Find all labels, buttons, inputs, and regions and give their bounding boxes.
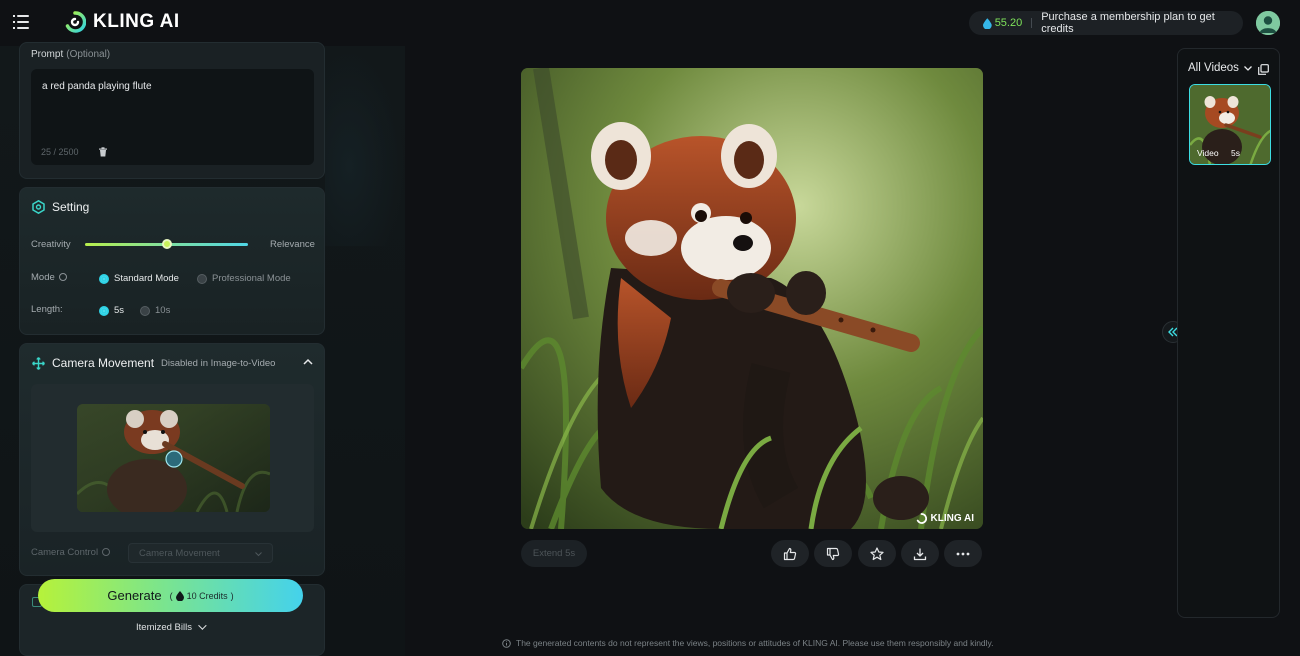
avatar[interactable]	[1256, 11, 1280, 35]
generate-credits-text: 10 Credits	[186, 590, 228, 601]
watermark-text: KLING AI	[930, 513, 974, 524]
camera-preview-thumbnail	[77, 404, 270, 512]
move-arrows-icon	[32, 356, 45, 370]
setting-title-text: Setting	[52, 200, 90, 214]
creativity-label: Creativity	[31, 239, 71, 250]
radio-professional-mode[interactable]: Professional Mode	[197, 273, 291, 284]
radio-dot	[140, 305, 150, 316]
relevance-label: Relevance	[270, 239, 315, 250]
panel-backdrop	[325, 46, 405, 246]
video-type-label: Video	[1197, 148, 1219, 158]
camera-title-text: Camera Movement	[52, 356, 155, 370]
disclaimer: The generated contents do not represent …	[502, 638, 994, 648]
radio-dot	[99, 273, 109, 284]
mode-label: Mode	[31, 272, 67, 283]
red-panda-thumbnail-image	[77, 404, 270, 512]
trash-icon[interactable]	[98, 147, 108, 157]
brand-name: KLING AI	[93, 11, 180, 32]
credits-balance: 55.20	[994, 17, 1023, 29]
prompt-counter: 25 / 2500	[41, 147, 79, 157]
left-settings-panel: Prompt (Optional) a red panda playing flu…	[0, 42, 405, 656]
standard-mode-label: Standard Mode	[114, 273, 179, 284]
camera-preview	[31, 384, 314, 532]
top-header: KLING AI 55.20 Purchase a membership pla…	[0, 0, 1300, 46]
menu-icon[interactable]	[13, 15, 29, 29]
divider	[1031, 18, 1033, 28]
prompt-input[interactable]: a red panda playing flute 25 / 2500	[31, 69, 314, 165]
info-icon	[102, 548, 111, 557]
favorite-button[interactable]	[858, 540, 896, 567]
thumbs-up-icon	[783, 547, 797, 560]
radio-dot	[99, 305, 109, 316]
setting-card: Setting Creativity Relevance Mode Standa…	[19, 187, 325, 335]
itemized-bills-label: Itemized Bills	[136, 622, 192, 633]
user-avatar-icon	[1256, 11, 1280, 35]
prompt-label-text: Prompt	[31, 49, 64, 60]
professional-mode-label: Professional Mode	[212, 273, 291, 284]
itemized-bills-toggle[interactable]: Itemized Bills	[0, 621, 340, 633]
more-icon	[956, 552, 970, 555]
star-icon	[870, 546, 884, 560]
camera-control-label: Camera Control	[31, 547, 111, 558]
paren-close: )	[230, 590, 234, 601]
length-5s-label: 5s	[114, 305, 125, 316]
generate-button[interactable]: Generate ( 10 Credits )	[38, 579, 303, 612]
prompt-label: Prompt (Optional)	[31, 49, 110, 60]
all-videos-dropdown[interactable]: All Videos	[1188, 62, 1252, 74]
generated-video-preview[interactable]: KLING AI	[521, 68, 983, 529]
camera-control-label-text: Camera Control	[31, 547, 99, 558]
generate-label: Generate	[107, 588, 162, 603]
chevron-down-icon	[198, 621, 207, 630]
camera-title[interactable]: Camera Movement	[32, 356, 154, 370]
credit-drop-icon	[175, 590, 184, 601]
kling-watermark-icon	[917, 513, 928, 524]
download-button[interactable]	[901, 540, 939, 567]
app-root: KLING AI 55.20 Purchase a membership pla…	[0, 0, 1300, 656]
extend-button[interactable]: Extend 5s	[521, 540, 587, 567]
generate-credits: ( 10 Credits )	[169, 590, 234, 601]
kling-watermark: KLING AI	[916, 513, 974, 524]
dislike-button[interactable]	[814, 540, 852, 567]
multi-select-icon[interactable]	[1258, 64, 1269, 75]
prompt-optional: (Optional)	[66, 49, 111, 60]
prompt-card: Prompt (Optional) a red panda playing flu…	[19, 42, 325, 179]
camera-movement-placeholder: Camera Movement	[139, 548, 220, 559]
more-button[interactable]	[944, 540, 982, 567]
video-history-item[interactable]: Video 5s	[1189, 84, 1271, 165]
length-label: Length:	[31, 304, 63, 315]
info-icon[interactable]	[58, 273, 67, 282]
chevron-down-icon	[1243, 65, 1252, 71]
creativity-slider-thumb[interactable]	[161, 239, 172, 249]
like-button[interactable]	[771, 540, 809, 567]
video-duration-label: 5s	[1231, 148, 1240, 158]
chevron-down-icon	[255, 552, 262, 557]
camera-movement-card: Camera Movement Disabled in Image-to-Vid…	[19, 343, 325, 576]
paren-open: (	[169, 590, 173, 601]
credits-pill[interactable]: 55.20 Purchase a membership plan to get …	[969, 11, 1243, 35]
download-icon	[913, 548, 927, 560]
camera-movement-select: Camera Movement	[128, 543, 273, 563]
credit-drop-icon	[983, 17, 992, 29]
info-icon	[502, 638, 511, 648]
radio-length-10s[interactable]: 10s	[140, 305, 170, 316]
membership-link[interactable]: Purchase a membership plan to get credit…	[1041, 11, 1243, 35]
red-panda-image	[521, 68, 983, 529]
thumbs-down-icon	[826, 547, 840, 560]
hexagon-settings-icon	[32, 200, 45, 214]
history-panel: All Videos Video 5s	[1177, 48, 1280, 618]
radio-standard-mode[interactable]: Standard Mode	[99, 273, 179, 284]
disclaimer-text: The generated contents do not represent …	[516, 638, 994, 648]
radio-length-5s[interactable]: 5s	[99, 305, 124, 316]
length-10s-label: 10s	[155, 305, 171, 316]
setting-title: Setting	[32, 200, 89, 214]
kling-logo-icon	[65, 11, 86, 33]
camera-disabled-note: Disabled in Image-to-Video	[161, 358, 276, 369]
chevron-up-icon[interactable]	[303, 357, 313, 367]
prompt-text[interactable]: a red panda playing flute	[42, 81, 152, 92]
mode-label-text: Mode	[31, 272, 55, 283]
all-videos-label: All Videos	[1188, 62, 1239, 74]
radio-dot	[197, 273, 207, 284]
kling-logo[interactable]: KLING AI	[64, 11, 180, 33]
